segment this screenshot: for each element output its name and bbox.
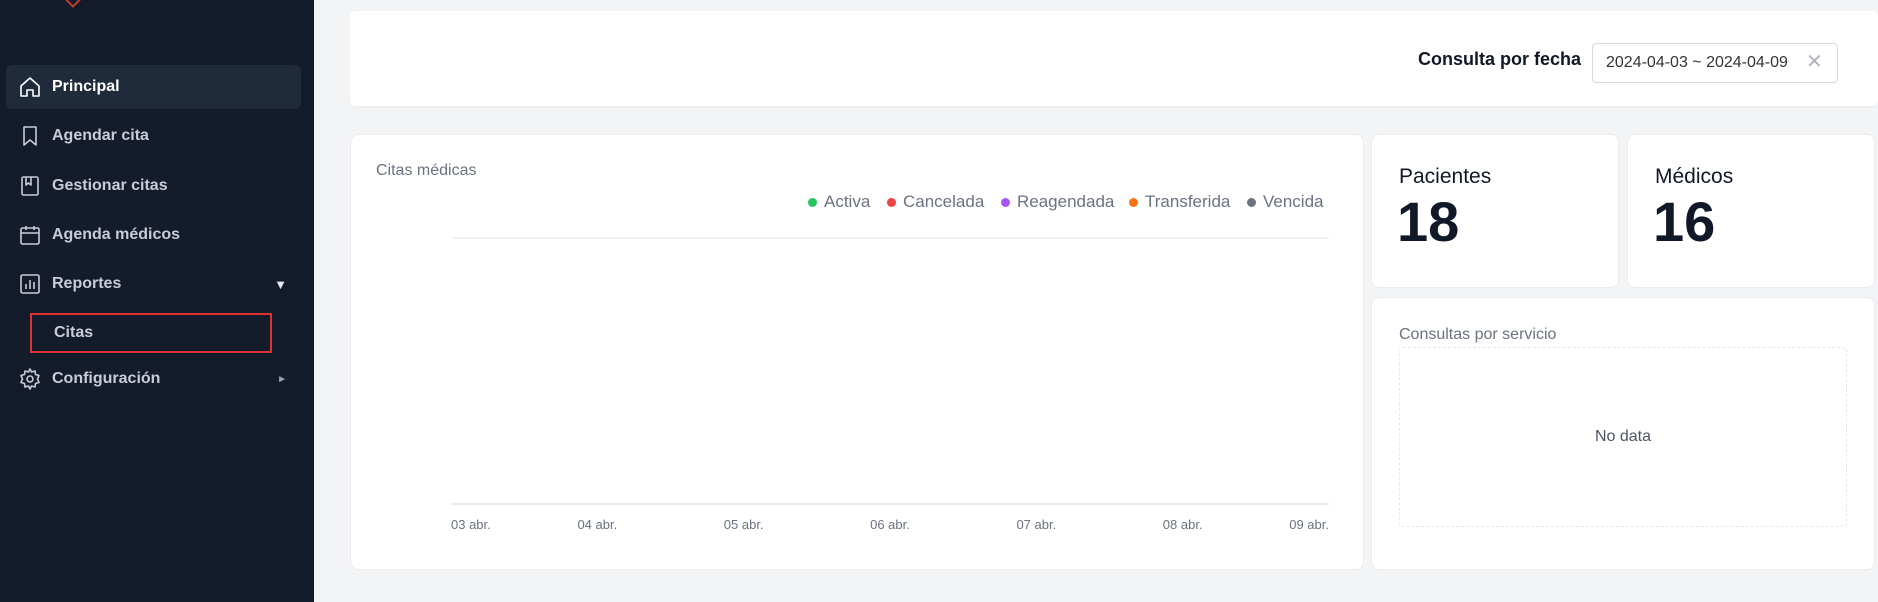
patients-value: 18 bbox=[1397, 190, 1460, 253]
x-tick-label: 05 abr. bbox=[724, 517, 764, 532]
x-tick-label: 09 abr. bbox=[1289, 517, 1329, 532]
x-tick-label: 03 abr. bbox=[451, 517, 491, 532]
services-title: Consultas por servicio bbox=[1399, 326, 1557, 343]
x-tick-label: 08 abr. bbox=[1163, 517, 1203, 532]
x-tick-label: 04 abr. bbox=[577, 517, 617, 532]
services-empty-state: No data bbox=[1399, 347, 1847, 527]
patients-label: Pacientes bbox=[1399, 165, 1492, 188]
doctors-value: 16 bbox=[1653, 190, 1716, 253]
x-tick-label: 07 abr. bbox=[1016, 517, 1056, 532]
empty-text: No data bbox=[1594, 428, 1652, 445]
doctors-label: Médicos bbox=[1655, 165, 1734, 188]
x-tick-label: 06 abr. bbox=[870, 517, 910, 532]
